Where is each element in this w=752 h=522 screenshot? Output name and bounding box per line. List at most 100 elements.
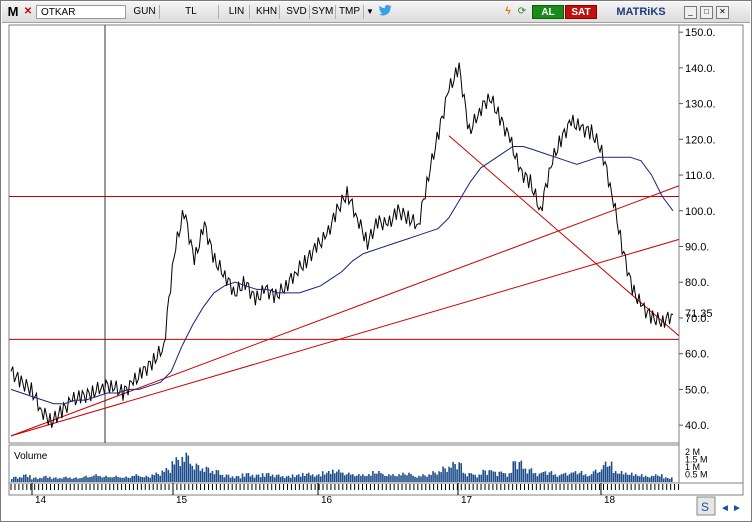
volume-bar [259,477,262,482]
volume-bar [612,473,615,482]
date-label: 17 [461,495,473,506]
volume-bar [171,461,174,482]
volume-bar [492,471,495,482]
volume-bar [654,474,657,482]
volume-bar [634,474,637,482]
volume-bar [378,471,380,482]
volume-bar [119,477,121,482]
twitter-icon[interactable] [378,4,392,19]
price-tick-label: 50.0. [685,384,709,396]
volume-bar [111,477,113,482]
volume-bar [398,474,400,482]
volume-bar [193,469,196,482]
stock-chart[interactable]: 2 M1.5 M1 M0.5 M 150.0.140.0.130.0.120.0… [1,23,751,521]
symbol-input[interactable]: OTKAR [36,5,126,19]
volume-bar [384,475,386,482]
bolt-icon[interactable]: ϟ [502,5,514,19]
price-tick-label: 130.0. [685,99,716,111]
currency-button[interactable]: TL [164,5,219,19]
volume-bar [155,472,157,482]
volume-bar [245,473,248,482]
last-price-label: 71.35 [685,308,713,320]
volume-bar [332,469,334,482]
volume-bar [165,468,168,482]
volume-bar [490,470,492,482]
volume-bar [661,474,663,482]
scale-button[interactable]: LIN [224,5,250,19]
volume-bar [376,473,378,482]
volume-bar [269,476,272,482]
volume-bar [271,474,274,482]
volume-bar [17,478,19,482]
volume-bar [446,471,448,482]
volume-bar [482,469,484,482]
volume-bar [472,474,474,482]
volume-bar [133,476,135,482]
volume-bar [346,474,348,482]
volume-bar [131,476,133,482]
volume-bar [151,474,153,482]
volume-bar [592,471,595,482]
scroll-buttons: S ◄ ► [696,496,742,516]
volume-bar [488,470,490,482]
maximize-icon[interactable]: □ [700,6,713,19]
svd-button[interactable]: SVD [284,5,310,19]
volume-bar [622,474,625,482]
volume-bar [147,476,149,482]
volume-bar [65,476,67,482]
volume-bar [51,479,53,482]
date-label: 18 [604,495,616,506]
sync-glyph: S [701,500,709,514]
volume-bar [544,471,547,482]
volume-bar [83,476,85,482]
volume-bar [374,473,376,482]
volume-bar [199,470,202,482]
volume-bar [554,474,557,482]
volume-bar [428,474,430,482]
volume-bar [530,468,533,482]
volume-bar [267,472,270,482]
khn-button[interactable]: KHN [254,5,280,19]
date-label: 16 [321,495,333,506]
price-tick-label: 120.0. [685,134,716,146]
buy-button[interactable]: AL [532,5,564,19]
dropdown-icon[interactable]: ▼ [364,5,376,19]
volume-bar [646,476,649,482]
volume-bar [364,476,366,482]
volume-bar [93,475,95,482]
volume-bar [231,476,234,482]
volume-bar [416,477,418,482]
volume-bar [53,477,55,482]
volume-bar [185,452,188,482]
volume-bar [55,477,57,482]
volume-bar [350,474,352,482]
volume-bar [532,473,535,482]
volume-bar [235,476,238,482]
volume-bar [516,469,519,482]
close-icon[interactable]: ✕ [22,5,34,19]
sell-button[interactable]: SAT [565,5,597,19]
refresh-icon[interactable]: ⟳ [516,5,528,19]
period-button[interactable]: GUN [130,5,160,19]
volume-bar [548,472,551,482]
volume-bar [77,478,79,482]
volume-bar [161,470,164,482]
minimize-icon[interactable]: _ [684,6,697,19]
volume-bar [293,477,296,482]
volume-bar [221,475,224,482]
volume-bar [520,460,523,482]
close-window-icon[interactable]: ✕ [716,6,729,19]
scroll-left-button[interactable]: ◄ [720,503,730,514]
volume-bar [31,479,33,482]
date-label: 14 [35,495,47,506]
volume-bar [508,473,511,482]
app-logo-icon[interactable]: M [6,4,20,19]
volume-bar [659,476,661,482]
tmp-button[interactable]: TMP [336,5,364,19]
scroll-right-button[interactable]: ► [732,503,742,514]
volume-bar [606,466,609,482]
volume-bar [183,461,186,482]
volume-bar [135,474,137,482]
sym-button[interactable]: SYM [310,5,336,19]
volume-bar [217,470,220,482]
